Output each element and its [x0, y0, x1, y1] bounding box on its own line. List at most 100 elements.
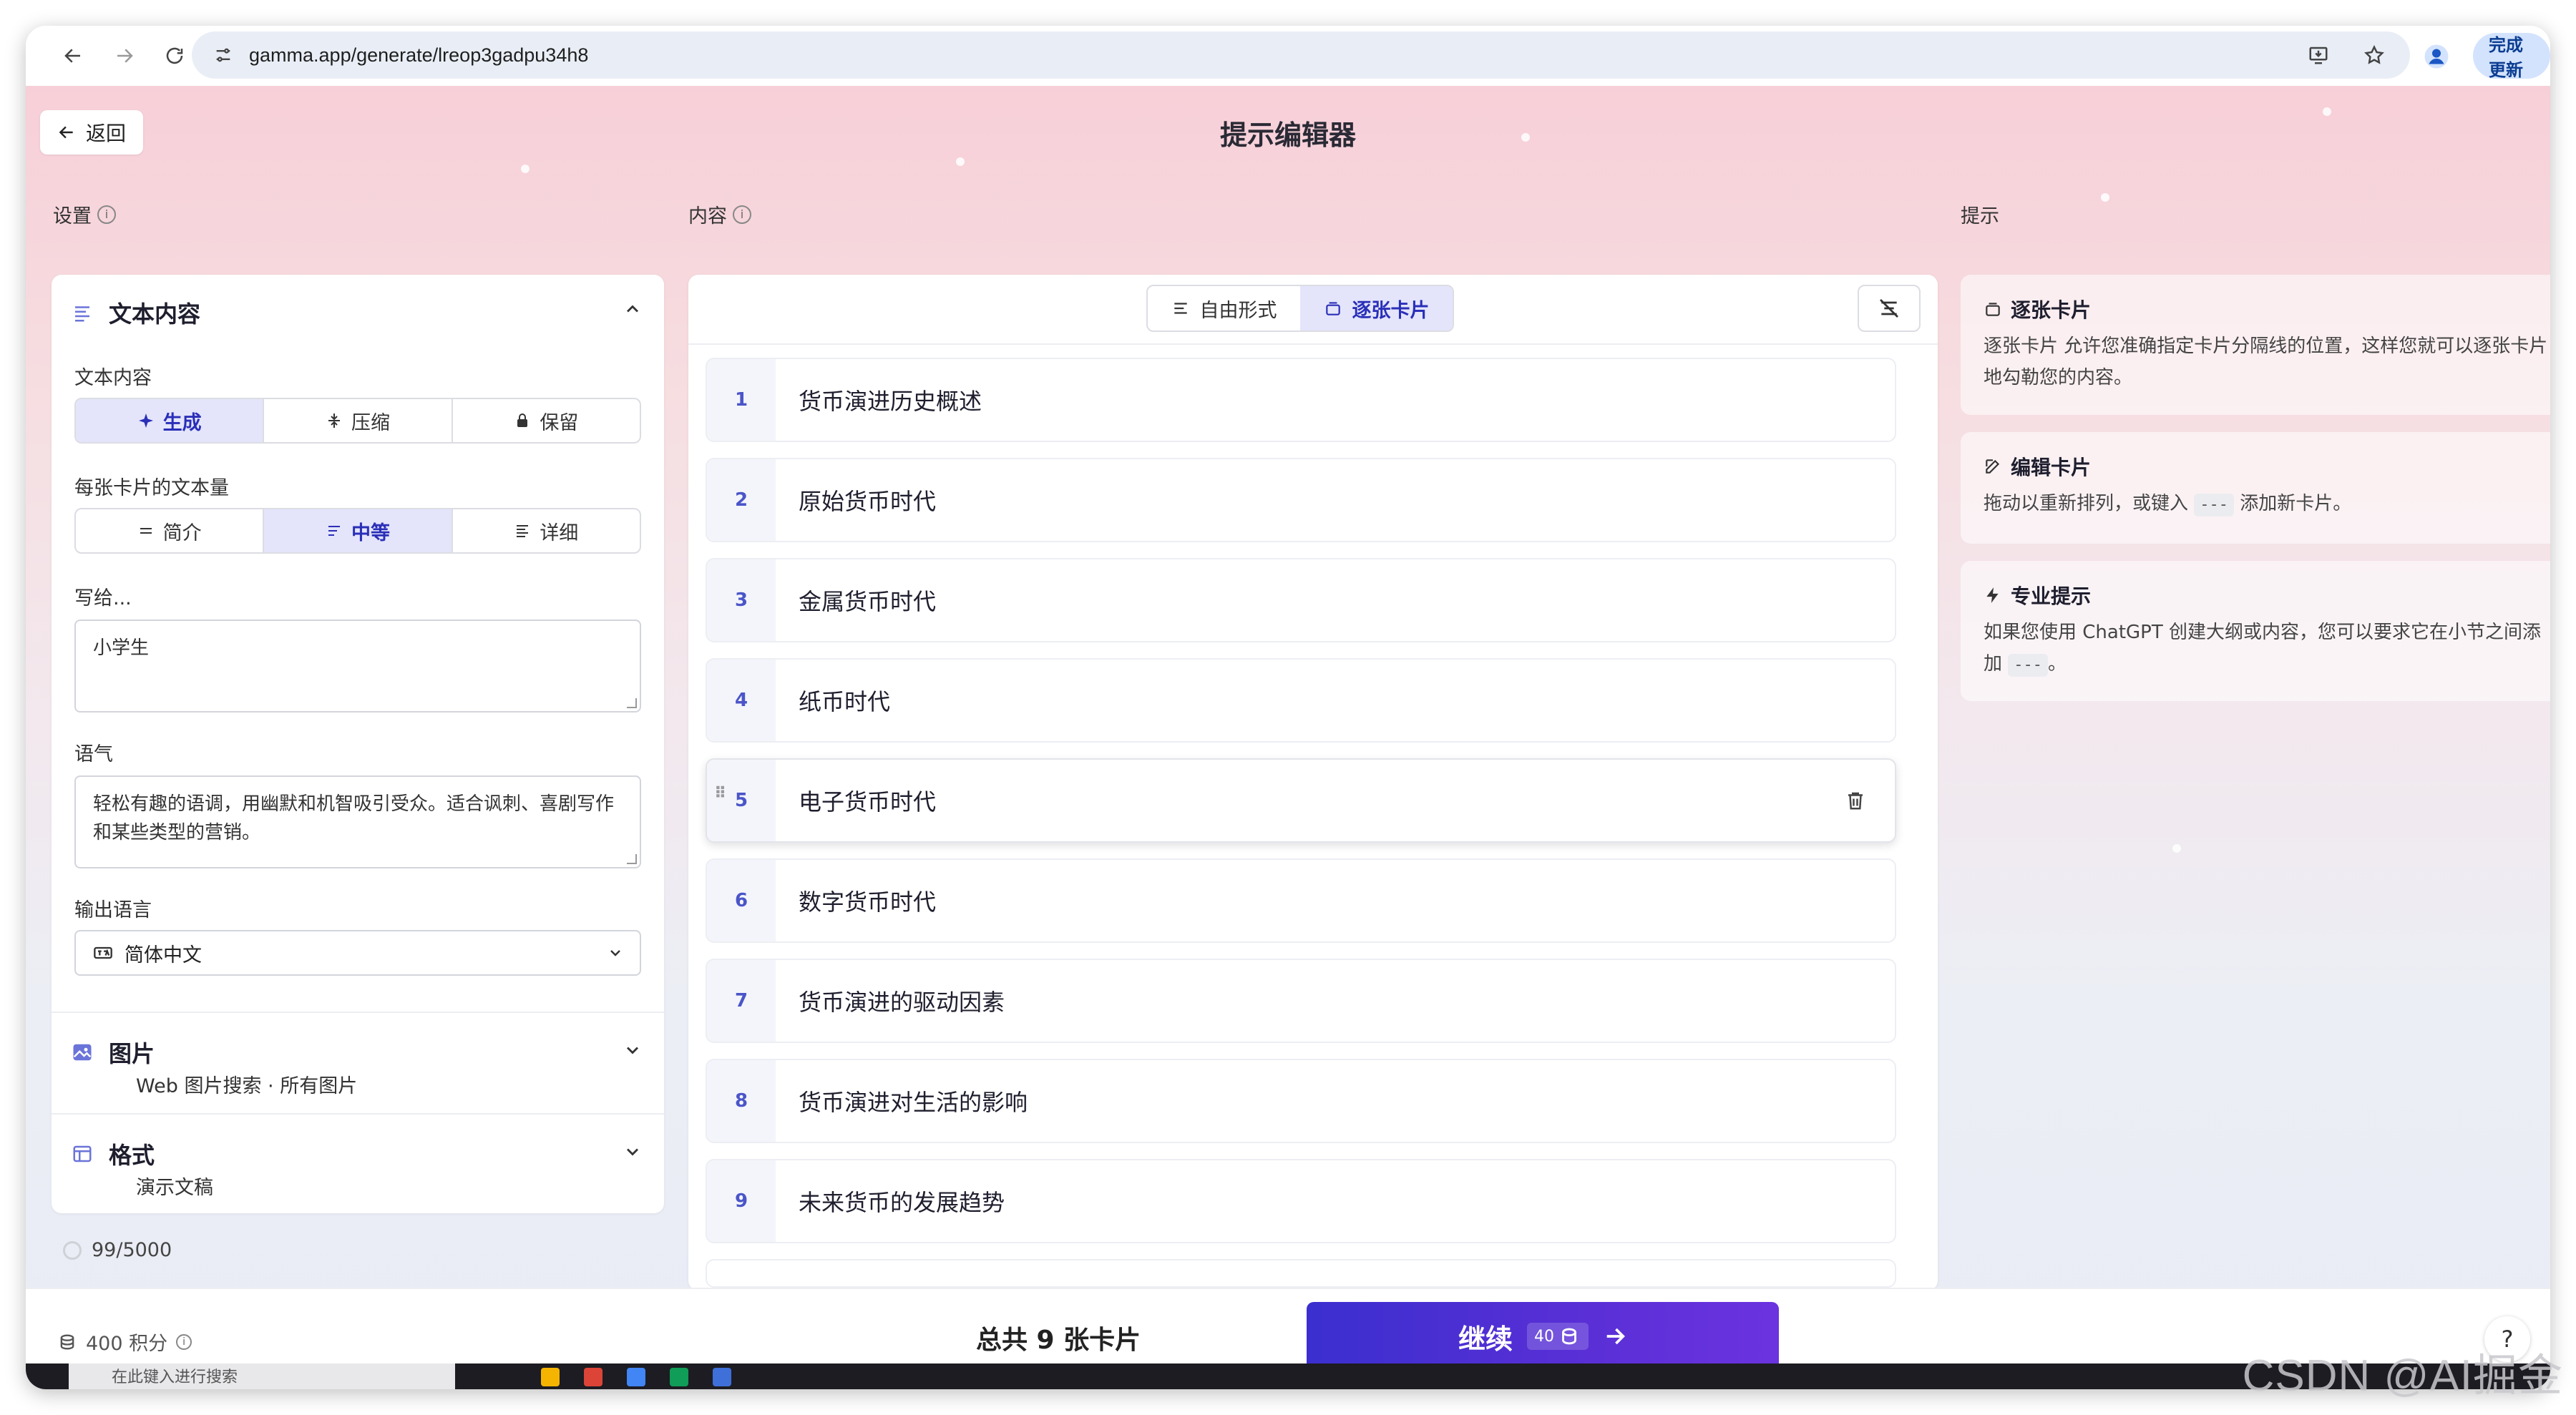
divider: [688, 343, 1938, 345]
text-amount-label: 每张卡片的文本量: [74, 477, 229, 499]
mode-condense-option[interactable]: 压缩: [264, 399, 453, 442]
outline-card[interactable]: 4 纸币时代: [706, 658, 1896, 743]
tip-code: ---: [2194, 494, 2235, 516]
card-title[interactable]: 金属货币时代: [799, 584, 936, 617]
short-lines-icon: [140, 528, 152, 534]
credits-display[interactable]: 400 积分 i: [57, 1328, 192, 1356]
install-app-button[interactable]: [2297, 34, 2340, 77]
outline-card[interactable]: 7 货币演进的驱动因素: [706, 959, 1896, 1043]
card-title[interactable]: 未来货币的发展趋势: [799, 1185, 1005, 1218]
resize-handle[interactable]: [627, 698, 637, 708]
images-accordion-header[interactable]: 图片: [72, 1036, 155, 1069]
images-subtitle: Web 图片搜索 · 所有图片: [136, 1075, 358, 1097]
prompt-editor-page: 返回 提示编辑器 设置 i 内容 i 提示 文本内容 文本内容 生成 压缩 保留…: [26, 86, 2550, 1389]
info-icon[interactable]: i: [97, 205, 116, 224]
outline-card[interactable]: 9 未来货币的发展趋势: [706, 1159, 1896, 1243]
card-title[interactable]: 数字货币时代: [799, 884, 936, 917]
text-mode-label: 文本内容: [74, 367, 152, 389]
taskbar-search[interactable]: 在此键入进行搜索: [69, 1363, 455, 1389]
outline-card[interactable]: 3 金属货币时代: [706, 558, 1896, 642]
images-title: 图片: [109, 1040, 155, 1067]
text-content-accordion-header[interactable]: 文本内容: [72, 296, 200, 329]
outline-card[interactable]: 1 货币演进历史概述: [706, 358, 1896, 442]
tip-body-text: 拖动以重新排列，或键入: [1984, 493, 2189, 514]
format-accordion-header[interactable]: 格式: [72, 1137, 155, 1170]
chevron-down-icon[interactable]: [623, 1142, 643, 1162]
info-icon[interactable]: i: [176, 1333, 192, 1350]
card-title[interactable]: 原始货币时代: [799, 484, 936, 516]
card-title[interactable]: 货币演进的驱动因素: [799, 984, 1005, 1017]
freeform-mode-option[interactable]: 自由形式: [1148, 286, 1300, 331]
text-lines-icon: [75, 306, 89, 322]
tip-title: 逐张卡片: [2011, 298, 2092, 322]
wrap-toggle-button[interactable]: [1858, 285, 1921, 332]
add-card-button[interactable]: [706, 1259, 1896, 1288]
cards-icon: [1325, 302, 1340, 315]
card-title[interactable]: 货币演进对生活的影响: [799, 1084, 1028, 1117]
app-icon[interactable]: [627, 1368, 645, 1386]
content-panel: 自由形式 逐张卡片 1 货币演进历史概述 2 原始货币时代 3 金属货币时代 4…: [688, 275, 1938, 1291]
bookmark-button[interactable]: [2353, 34, 2396, 77]
tone-input[interactable]: 轻松有趣的语调，用幽默和机智吸引受众。适合讽刺、喜剧写作和某些类型的营销。: [74, 775, 641, 868]
language-icon: [94, 946, 112, 959]
continue-button[interactable]: 继续 40: [1307, 1302, 1779, 1371]
chevron-down-icon[interactable]: [623, 1040, 643, 1060]
credits-text: 400 积分: [86, 1333, 168, 1355]
card-title[interactable]: 电子货币时代: [799, 784, 936, 817]
tip-body-text: 添加新卡片。: [2240, 493, 2352, 514]
card-title[interactable]: 纸币时代: [799, 684, 890, 717]
outline-card[interactable]: 6 数字货币时代: [706, 858, 1896, 943]
credit-cost-value: 40: [1534, 1327, 1554, 1346]
outline-card[interactable]: ⠿ 5 电子货币时代: [706, 758, 1896, 843]
card-number: 1: [707, 359, 776, 441]
chrome-icon[interactable]: [584, 1368, 602, 1386]
browser-toolbar: gamma.app/generate/lreop3gadpu34h8 完成更新: [26, 26, 2550, 86]
site-info-icon[interactable]: [202, 34, 245, 77]
amount-brief-option[interactable]: 简介: [76, 509, 265, 552]
update-button[interactable]: 完成更新: [2473, 33, 2550, 80]
forward-nav-button[interactable]: [103, 34, 146, 77]
coins-icon: [60, 1334, 74, 1350]
card-number: 7: [707, 960, 776, 1042]
amount-detailed-option[interactable]: 详细: [453, 509, 640, 552]
drag-handle-icon[interactable]: ⠿: [714, 786, 726, 810]
output-language-select[interactable]: 简体中文: [74, 930, 641, 976]
app-icon[interactable]: [670, 1368, 688, 1386]
text-content-title: 文本内容: [109, 300, 201, 328]
outline-card[interactable]: 2 原始货币时代: [706, 458, 1896, 542]
text-mode-selector: 生成 压缩 保留: [74, 398, 641, 444]
amount-medium-option[interactable]: 中等: [264, 509, 453, 552]
audience-input[interactable]: 小学生: [74, 620, 641, 713]
trash-icon[interactable]: [1845, 790, 1866, 811]
info-icon[interactable]: i: [733, 205, 751, 224]
address-bar[interactable]: gamma.app/generate/lreop3gadpu34h8: [192, 31, 2410, 79]
url-text: gamma.app/generate/lreop3gadpu34h8: [249, 44, 589, 66]
tip-body-text: 如果您使用 ChatGPT 创建大纲或内容，您可以要求它在小节之间添加: [1984, 622, 2541, 675]
card-by-card-mode-option[interactable]: 逐张卡片: [1300, 286, 1453, 331]
back-nav-button[interactable]: [52, 34, 94, 77]
cards-icon: [1986, 303, 2000, 316]
browser-window: gamma.app/generate/lreop3gadpu34h8 完成更新: [26, 26, 2550, 1389]
audience-label: 写给...: [74, 587, 132, 609]
content-label-text: 内容: [688, 205, 727, 227]
tip-header: 逐张卡片: [1984, 295, 2550, 323]
sparkle-decoration: [521, 165, 530, 173]
freeform-mode-label: 自由形式: [1199, 299, 1277, 322]
resize-handle[interactable]: [627, 854, 637, 864]
folder-icon[interactable]: [541, 1368, 560, 1386]
card-number: 3: [707, 559, 776, 641]
mode-preserve-option[interactable]: 保留: [453, 399, 640, 442]
mode-generate-option[interactable]: 生成: [76, 399, 265, 442]
app-icon[interactable]: [713, 1368, 731, 1386]
tip-title: 专业提示: [2011, 584, 2092, 608]
text-wrap-off-icon: [1880, 299, 1898, 318]
card-title[interactable]: 货币演进历史概述: [799, 383, 982, 416]
card-number: 2: [707, 459, 776, 541]
outline-card[interactable]: 8 货币演进对生活的影响: [706, 1059, 1896, 1143]
profile-button[interactable]: [2416, 36, 2457, 77]
page-title: 提示编辑器: [1219, 119, 1356, 151]
format-subtitle: 演示文稿: [136, 1177, 213, 1199]
reload-button[interactable]: [153, 34, 196, 77]
chevron-up-icon[interactable]: [623, 299, 643, 319]
profile-icon: [2424, 44, 2449, 69]
